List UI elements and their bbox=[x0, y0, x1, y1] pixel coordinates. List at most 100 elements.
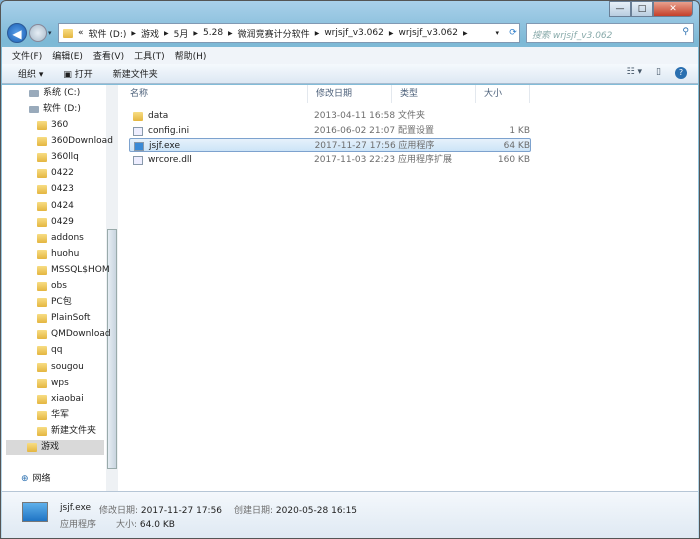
address-dropdown-icon[interactable]: ▾ bbox=[495, 29, 499, 37]
breadcrumb-item[interactable]: 软件 (D:) bbox=[89, 27, 127, 40]
sidebar-folder[interactable]: 游戏 bbox=[6, 440, 104, 455]
sidebar-label: 0424 bbox=[51, 200, 74, 211]
column-modified[interactable]: 修改日期 bbox=[308, 85, 392, 103]
menu-item[interactable]: 查看(V) bbox=[93, 49, 124, 62]
column-name[interactable]: 名称 bbox=[122, 85, 308, 103]
history-dropdown-icon[interactable]: ▾ bbox=[48, 29, 52, 37]
file-name: jsjf.exe bbox=[148, 141, 181, 151]
new-folder-button[interactable]: 新建文件夹 bbox=[113, 67, 158, 80]
folder-icon bbox=[37, 378, 47, 388]
sidebar-folder[interactable]: QMDownload bbox=[37, 327, 111, 342]
forward-button[interactable] bbox=[29, 24, 47, 42]
sidebar-folder[interactable]: 0424 bbox=[37, 199, 74, 214]
menu-item[interactable]: 文件(F) bbox=[12, 49, 42, 62]
sidebar-folder[interactable]: 360Download bbox=[37, 134, 113, 149]
file-row[interactable]: jsjf.exe 2017-11-27 17:56 应用程序 64 KB bbox=[129, 138, 531, 152]
sidebar-drive[interactable]: 系统 (C:) bbox=[29, 86, 80, 101]
preview-pane-icon[interactable]: ▯ bbox=[656, 67, 661, 79]
sidebar-drive[interactable]: 软件 (D:) bbox=[29, 102, 81, 117]
breadcrumb-item[interactable]: wrjsjf_v3.062 bbox=[324, 28, 384, 38]
search-input[interactable]: 搜索 wrjsjf_v3.062 ⚲ bbox=[526, 23, 694, 43]
chevron-right-icon[interactable]: ▶ bbox=[315, 30, 320, 37]
file-row[interactable]: config.ini 2016-06-02 21:07 配置设置 1 KB bbox=[129, 124, 531, 138]
menu-item[interactable]: 编辑(E) bbox=[52, 49, 83, 62]
folder-icon bbox=[27, 443, 37, 452]
chevron-right-icon[interactable]: ▶ bbox=[228, 30, 233, 37]
sidebar-label: 软件 (D:) bbox=[43, 104, 81, 114]
toolbar: 组织 ▾ ▣ 打开 新建文件夹 bbox=[2, 64, 698, 84]
sidebar-folder[interactable]: qq bbox=[37, 343, 62, 358]
sidebar-folder[interactable]: huohu bbox=[37, 247, 79, 262]
file-row[interactable]: wrcore.dll 2017-11-03 22:23 应用程序扩展 160 KB bbox=[129, 153, 531, 167]
address-bar[interactable]: « 软件 (D:) ▶ 游戏 ▶ 5月 ▶ 5.28 ▶ 微润竞赛计分软件 ▶ wrjsjf_v3.… bbox=[58, 23, 520, 43]
maximize-button[interactable]: □ bbox=[631, 1, 653, 17]
file-size: 1 KB bbox=[509, 125, 530, 136]
column-type[interactable]: 类型 bbox=[392, 85, 476, 103]
folder-icon bbox=[37, 217, 47, 227]
sidebar-folder[interactable]: obs bbox=[37, 279, 67, 294]
file-name: data bbox=[148, 111, 169, 121]
back-button[interactable]: ◀ bbox=[7, 23, 27, 43]
sidebar-label: MSSQL$HOM bbox=[51, 264, 110, 275]
sidebar-folder[interactable]: 0423 bbox=[37, 182, 74, 197]
folder-icon bbox=[37, 249, 47, 259]
breadcrumb-item[interactable]: 游戏 bbox=[141, 27, 159, 40]
folder-icon bbox=[63, 28, 73, 38]
sidebar-folder[interactable]: MSSQL$HOM bbox=[37, 263, 110, 278]
network-icon: ⊕ bbox=[21, 474, 29, 484]
details-pane: jsjf.exe 应用程序 修改日期: 2017-11-27 17:56 创建日… bbox=[2, 491, 698, 538]
sidebar-folder[interactable]: 0429 bbox=[37, 215, 74, 230]
open-label: 打开 bbox=[74, 70, 93, 80]
sidebar-folder[interactable]: 华军 bbox=[37, 408, 69, 423]
menu-item[interactable]: 帮助(H) bbox=[175, 49, 207, 62]
view-options-icon[interactable]: ☷ ▾ bbox=[627, 67, 642, 79]
refresh-button[interactable]: ⟳ bbox=[504, 23, 522, 43]
breadcrumb-item[interactable]: 微润竞赛计分软件 bbox=[238, 27, 310, 40]
chevron-right-icon[interactable]: ▶ bbox=[193, 30, 198, 37]
sidebar-folder[interactable]: sougou bbox=[37, 360, 84, 375]
sidebar-folder[interactable]: wps bbox=[37, 376, 69, 391]
sidebar-label: sougou bbox=[51, 361, 84, 372]
sidebar-network[interactable]: ⊕ 网络 bbox=[21, 472, 51, 487]
address-overflow[interactable]: « bbox=[78, 28, 84, 38]
file-type: 应用程序 bbox=[398, 141, 435, 151]
breadcrumb-item[interactable]: 5月 bbox=[174, 27, 189, 40]
sidebar-label: PC包 bbox=[51, 297, 72, 308]
navigation-pane: 系统 (C:) 软件 (D:) 360 360Download 360llq 0422 04… bbox=[2, 85, 118, 491]
organize-button[interactable]: 组织 ▾ bbox=[18, 67, 43, 80]
sidebar-label: PlainSoft bbox=[51, 313, 91, 324]
drive-icon bbox=[29, 90, 39, 97]
column-headers: 名称 修改日期 类型 大小 bbox=[122, 85, 698, 103]
sidebar-folder[interactable]: xiaobai bbox=[37, 392, 84, 407]
breadcrumb-item[interactable]: wrjsjf_v3.062 bbox=[398, 28, 458, 38]
folder-icon bbox=[37, 298, 47, 308]
sidebar-folder[interactable]: 360llq bbox=[37, 150, 79, 165]
chevron-right-icon[interactable]: ▶ bbox=[164, 30, 169, 37]
file-row[interactable]: data 2013-04-11 16:58 文件夹 bbox=[129, 109, 531, 123]
chevron-right-icon[interactable]: ▶ bbox=[463, 30, 468, 37]
open-button[interactable]: ▣ 打开 bbox=[63, 67, 92, 80]
chevron-right-icon[interactable]: ▶ bbox=[389, 30, 394, 37]
breadcrumb-item[interactable]: 5.28 bbox=[203, 28, 223, 38]
created-label: 创建日期: bbox=[234, 506, 274, 516]
sidebar-folder[interactable]: PC包 bbox=[37, 295, 72, 310]
search-placeholder: 搜索 wrjsjf_v3.062 bbox=[532, 31, 613, 41]
modified-label: 修改日期: bbox=[99, 506, 139, 516]
file-name: config.ini bbox=[148, 125, 190, 136]
column-size[interactable]: 大小 bbox=[476, 85, 530, 103]
sidebar-label: qq bbox=[51, 345, 63, 356]
sidebar-label: huohu bbox=[51, 248, 80, 259]
sidebar-folder[interactable]: 0422 bbox=[37, 166, 74, 181]
close-button[interactable]: ✕ bbox=[653, 1, 693, 17]
file-date: 2013-04-11 16:58 bbox=[314, 111, 396, 121]
file-date: 2016-06-02 21:07 bbox=[314, 125, 396, 136]
menu-item[interactable]: 工具(T) bbox=[134, 49, 165, 62]
sidebar-folder[interactable]: addons bbox=[37, 231, 84, 246]
file-size: 64 KB bbox=[503, 141, 530, 151]
chevron-right-icon[interactable]: ▶ bbox=[131, 30, 136, 37]
help-icon[interactable]: ? bbox=[675, 67, 687, 79]
sidebar-folder[interactable]: 新建文件夹 bbox=[37, 424, 96, 439]
sidebar-folder[interactable]: 360 bbox=[37, 118, 68, 133]
sidebar-folder[interactable]: PlainSoft bbox=[37, 311, 90, 326]
minimize-button[interactable]: — bbox=[609, 1, 631, 17]
